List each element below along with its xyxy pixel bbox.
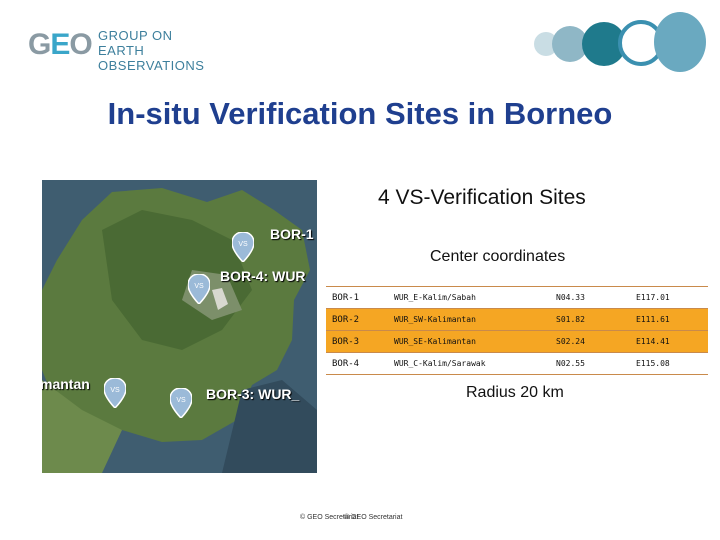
geo-logo: GEO GROUP ON EARTH OBSERVATIONS — [28, 24, 248, 73]
latitude-cell: S01.82 — [550, 308, 630, 331]
site-name-cell: WUR_E-Kalim/Sabah — [388, 286, 550, 309]
site-id-cell: BOR-1 — [326, 286, 388, 309]
pin-label: VS — [176, 397, 186, 404]
subtitle: 4 VS-Verification Sites — [378, 186, 586, 209]
pin-label: VS — [110, 387, 120, 394]
map-pin-icon[interactable]: VS — [170, 388, 192, 418]
map-terrain — [42, 180, 317, 473]
radius-label: Radius 20 km — [466, 384, 564, 401]
latitude-cell: S02.24 — [550, 330, 630, 353]
longitude-cell: E111.61 — [630, 308, 708, 331]
site-name-cell: WUR_SW-Kalimantan — [388, 308, 550, 331]
latitude-cell: N04.33 — [550, 286, 630, 309]
logo-mark: GEO — [28, 28, 93, 61]
table-row: BOR-3 WUR_SE-Kalimantan S02.24 E114.41 — [326, 330, 708, 353]
map-pin-icon[interactable]: VS — [188, 274, 210, 304]
longitude-cell: E117.01 — [630, 286, 708, 309]
footer-copyright-overlay: © GEO Secretariat — [344, 514, 403, 521]
map-pin-icon[interactable]: VS — [104, 378, 126, 408]
site-name-cell: WUR_C-Kalim/Sarawak — [388, 352, 550, 375]
longitude-cell: E114.41 — [630, 330, 708, 353]
map-label-kalimantan: mantan — [42, 376, 90, 392]
longitude-cell: E115.08 — [630, 352, 708, 375]
site-id-cell: BOR-4 — [326, 352, 388, 375]
table-row: BOR-4 WUR_C-Kalim/Sarawak N02.55 E115.08 — [326, 352, 708, 375]
latitude-cell: N02.55 — [550, 352, 630, 375]
map-label-bor-3: BOR-3: WUR_ — [206, 386, 300, 402]
decorative-circles — [534, 12, 706, 72]
pin-label: VS — [238, 241, 248, 248]
logo-line-1: GROUP ON — [98, 28, 173, 43]
map-label-bor-4: BOR-4: WUR — [220, 268, 306, 284]
logo-line-2: EARTH OBSERVATIONS — [98, 43, 205, 73]
table-row: BOR-2 WUR_SW-Kalimantan S01.82 E111.61 — [326, 308, 708, 331]
table-row: BOR-1 WUR_E-Kalim/Sabah N04.33 E117.01 — [326, 286, 708, 309]
logo-text: GROUP ON EARTH OBSERVATIONS — [98, 28, 248, 73]
site-id-cell: BOR-2 — [326, 308, 388, 331]
site-name-cell: WUR_SE-Kalimantan — [388, 330, 550, 353]
center-coordinates-label: Center coordinates — [430, 248, 566, 265]
verification-sites-table: BOR-1 WUR_E-Kalim/Sabah N04.33 E117.01 BOR-2… — [326, 286, 708, 375]
map-label-bor-1: BOR-1 — [270, 226, 314, 242]
pin-label: VS — [194, 283, 204, 290]
map-pin-icon[interactable]: VS — [232, 232, 254, 262]
site-id-cell: BOR-3 — [326, 330, 388, 353]
borneo-map: BOR-1 BOR-4: WUR mantan BOR-3: WUR_ VS V… — [42, 180, 317, 473]
page-title: In-situ Verification Sites in Borneo — [107, 96, 613, 131]
